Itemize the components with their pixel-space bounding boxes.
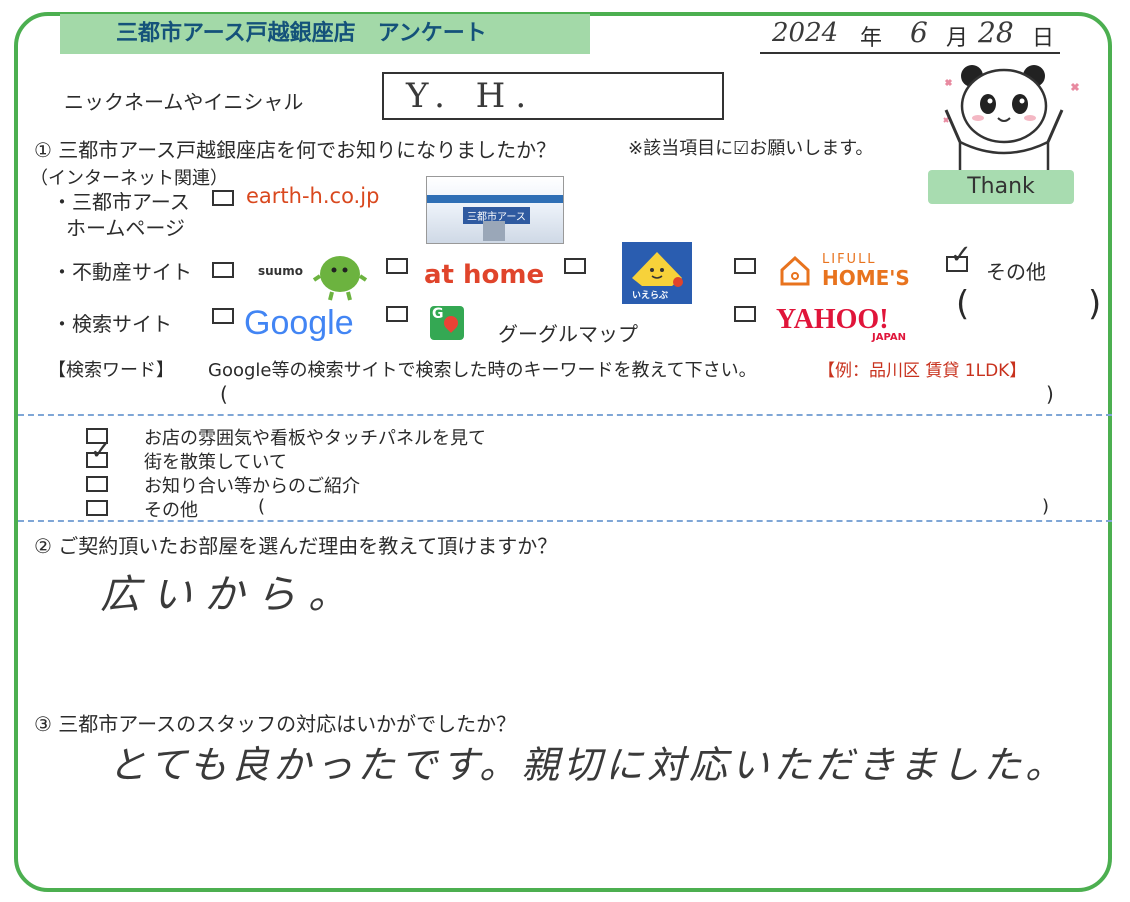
referral-label: お知り合い等からのご紹介 <box>144 476 360 497</box>
keyword-paren-close: ) <box>1046 382 1054 406</box>
date-day: 28 <box>978 16 1014 49</box>
walking-checkmark-icon: ✓ <box>90 436 112 466</box>
nickname-field[interactable]: Y. H. <box>382 72 724 120</box>
other-site-label: その他 <box>986 260 1046 284</box>
other-reason-paren-open: ( <box>258 496 266 517</box>
other-site-paren-close: ) <box>1088 284 1102 324</box>
googlemap-label: グーグルマップ <box>498 322 638 346</box>
suumo-mascot-icon <box>312 256 368 301</box>
other-reason-label: その他 <box>144 500 198 521</box>
year-label: 年 <box>860 26 883 51</box>
yahoo-logo-subtext: JAPAN <box>872 332 906 343</box>
homepage-thumbnail: 三都市アース <box>426 176 564 244</box>
month-label: 月 <box>946 26 969 51</box>
other-reason-paren-close: ) <box>1042 496 1050 517</box>
suumo-checkbox[interactable] <box>212 262 234 278</box>
lifull-house-icon <box>780 255 810 286</box>
google-logo-text: Google <box>244 304 354 342</box>
homepage-label-line1: ・三都市アース <box>52 190 190 214</box>
store-atmosphere-label: お店の雰囲気や看板やタッチパネルを見て <box>144 428 486 449</box>
lifull-checkbox[interactable] <box>734 258 756 274</box>
nickname-value: Y. H. <box>406 76 537 116</box>
question-1: ① 三都市アース戸越銀座店を何でお知りになりましたか？ <box>34 138 557 162</box>
realestate-label: ・不動産サイト <box>52 260 192 284</box>
ieraba-checkbox[interactable] <box>564 258 586 274</box>
walking-label: 街を散策していて <box>144 452 287 473</box>
athome-logo-text: at home <box>424 260 545 290</box>
ieraba-logo-text: いえらぶ <box>632 291 669 301</box>
googlemap-logo-icon: G <box>430 306 464 340</box>
panda-mascot-icon <box>943 65 1080 174</box>
other-reason-checkbox[interactable] <box>86 500 108 516</box>
day-label: 日 <box>1032 26 1055 51</box>
nickname-label: ニックネームやイニシャル <box>64 90 304 114</box>
lifull-logo-top: LIFULL <box>822 252 877 267</box>
yahoo-checkbox[interactable] <box>734 306 756 322</box>
homepage-url[interactable]: earth-h.co.jp <box>246 184 379 208</box>
referral-checkbox[interactable] <box>86 476 108 492</box>
googlemap-logo-letter: G <box>432 306 444 322</box>
googlemap-checkbox[interactable] <box>386 306 408 322</box>
date-underline <box>760 52 1060 54</box>
google-checkbox[interactable] <box>212 308 234 324</box>
suumo-logo-text: suumo <box>258 264 303 278</box>
athome-checkbox[interactable] <box>386 258 408 274</box>
keyword-example: 【例：品川区 賃貸 1LDK】 <box>818 361 1027 381</box>
thank-caption: Thank <box>928 170 1074 204</box>
section-divider-1 <box>18 414 1112 416</box>
question-2-answer: 広いから。 <box>100 572 360 618</box>
other-site-paren-open: ( <box>956 284 970 324</box>
question-2: ② ご契約頂いたお部屋を選んだ理由を教えて頂けますか？ <box>34 534 558 558</box>
search-site-label: ・検索サイト <box>52 312 172 336</box>
keyword-instruction: Google等の検索サイトで検索した時のキーワードを教えて下さい。 <box>208 360 757 381</box>
other-site-checkmark-icon: ✓ <box>950 240 972 270</box>
date-year: 2024 <box>772 18 839 48</box>
question-3: ③ 三都市アースのスタッフの対応はいかがでしたか？ <box>34 712 517 736</box>
keyword-label: 【検索ワード】 <box>48 360 174 381</box>
question-1-instruction: ※該当項目に☑お願いします。 <box>628 138 874 159</box>
keyword-paren-open: ( <box>220 382 228 406</box>
section-divider-2 <box>18 520 1112 522</box>
survey-title: 三都市アース戸越銀座店 アンケート <box>60 14 590 54</box>
homepage-label-line2: ホームページ <box>66 216 185 240</box>
lifull-logo-bottom: HOME'S <box>822 266 910 290</box>
homepage-checkbox[interactable] <box>212 190 234 206</box>
date-month: 6 <box>910 16 928 49</box>
question-3-answer: とても良かったです。親切に対応いただきました。 <box>108 743 1068 787</box>
